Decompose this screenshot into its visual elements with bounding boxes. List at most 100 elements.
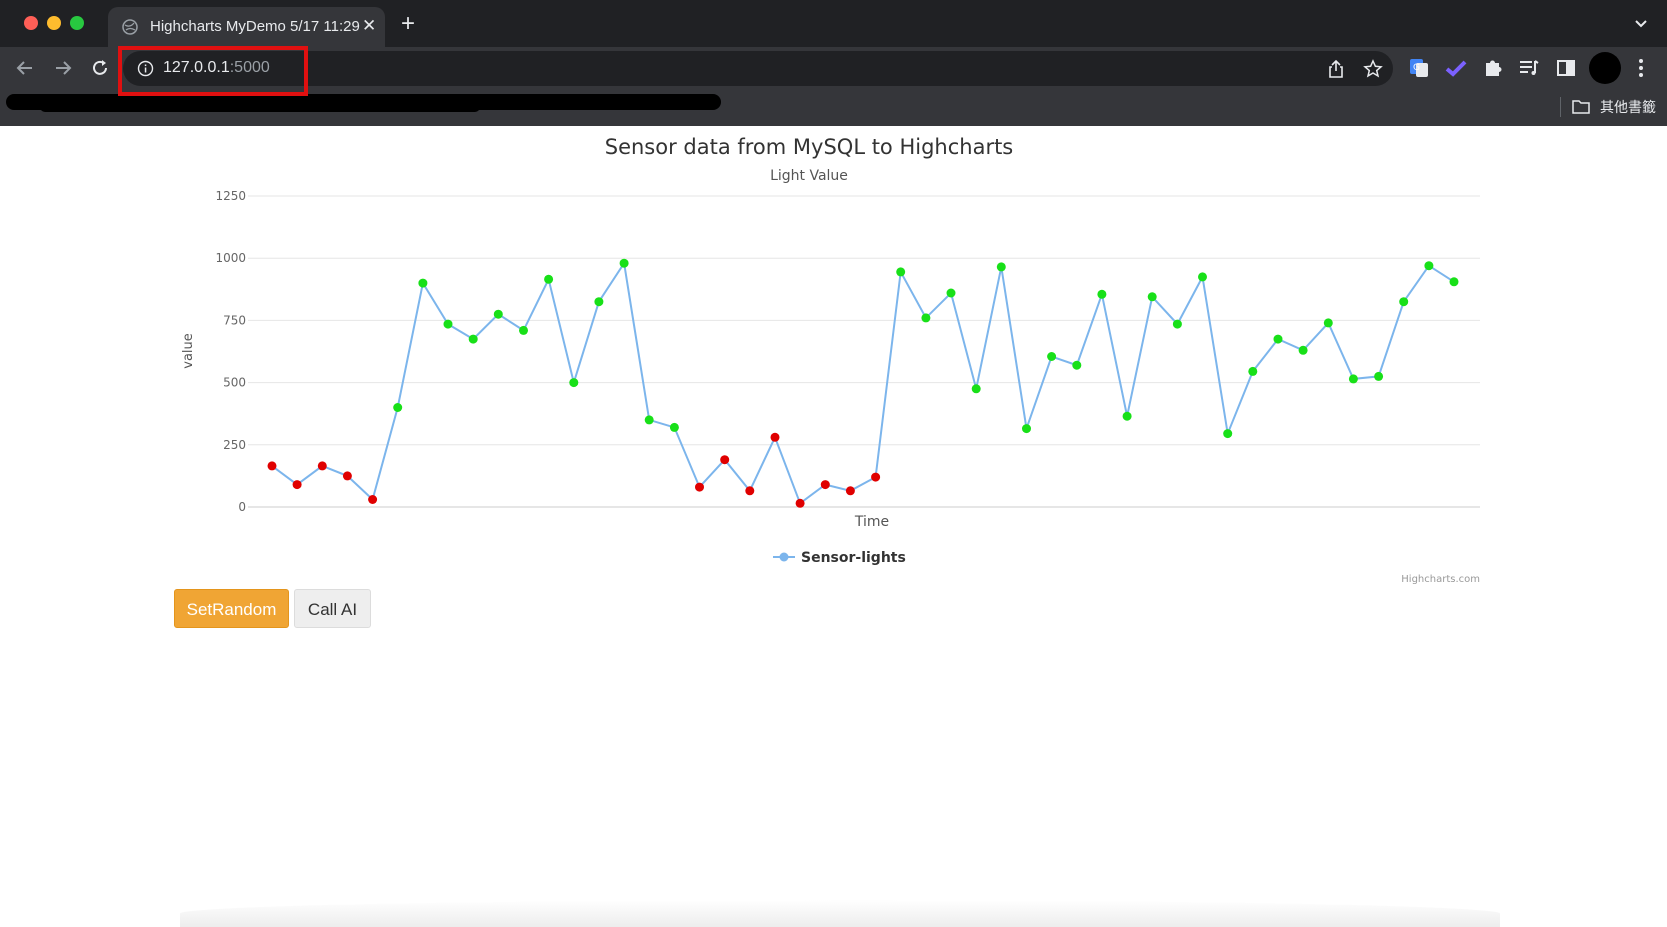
- data-point[interactable]: [1198, 272, 1207, 282]
- data-points: [267, 258, 1459, 508]
- data-point[interactable]: [368, 495, 378, 504]
- data-point[interactable]: [393, 403, 403, 412]
- chart-subtitle: Light Value: [770, 168, 848, 184]
- globe-icon: [122, 19, 138, 35]
- series-line: [271, 260, 1455, 505]
- data-point[interactable]: [971, 384, 981, 394]
- data-point[interactable]: [418, 278, 428, 288]
- data-point[interactable]: [267, 461, 277, 471]
- chart-gridlines: [248, 195, 1480, 508]
- puzzle-extensions-icon[interactable]: [1482, 57, 1504, 79]
- data-point[interactable]: [795, 498, 805, 508]
- y-tick-label: 1000: [215, 251, 246, 265]
- chart-title: Sensor data from MySQL to Highcharts: [605, 135, 1014, 159]
- reading-list-icon[interactable]: [1518, 57, 1540, 79]
- data-point[interactable]: [1223, 429, 1233, 439]
- reload-icon[interactable]: [89, 57, 111, 79]
- highcharts-credits[interactable]: Highcharts.com: [1401, 574, 1480, 585]
- minimize-window-button[interactable]: [47, 16, 61, 30]
- legend-label[interactable]: Sensor-lights: [801, 550, 906, 566]
- close-window-button[interactable]: [24, 16, 38, 30]
- y-tick-label: 750: [223, 313, 246, 327]
- data-point[interactable]: [644, 415, 654, 425]
- browser-tab[interactable]: Highcharts MyDemo 5/17 11:29 ✕: [108, 7, 385, 47]
- data-point[interactable]: [695, 482, 704, 492]
- y-tick-label: 1250: [215, 189, 246, 203]
- data-point[interactable]: [1374, 371, 1384, 381]
- set-random-button[interactable]: SetRandom: [174, 589, 289, 628]
- back-arrow-icon[interactable]: [14, 57, 36, 79]
- data-point[interactable]: [1323, 318, 1333, 328]
- data-point[interactable]: [720, 455, 730, 465]
- highcharts-chart: Sensor data from MySQL to Highcharts Lig…: [170, 126, 1490, 591]
- data-point[interactable]: [1097, 289, 1107, 299]
- chevron-down-icon[interactable]: [1632, 14, 1650, 32]
- data-point[interactable]: [1399, 297, 1409, 307]
- star-icon[interactable]: [1363, 59, 1383, 79]
- folder-icon: [1572, 100, 1590, 114]
- data-point[interactable]: [1273, 334, 1283, 344]
- data-point[interactable]: [1022, 424, 1031, 434]
- data-point[interactable]: [519, 325, 528, 335]
- checkmark-extension-icon[interactable]: [1445, 57, 1467, 79]
- zoom-window-button[interactable]: [70, 16, 84, 30]
- chart-legend[interactable]: Sensor-lights: [773, 550, 906, 566]
- data-point[interactable]: [871, 472, 881, 482]
- x-axis-label: Time: [854, 514, 889, 530]
- data-point[interactable]: [1147, 292, 1157, 302]
- data-point[interactable]: [493, 309, 503, 319]
- other-bookmarks-button[interactable]: 其他書籤: [1600, 97, 1656, 117]
- data-point[interactable]: [745, 486, 755, 496]
- y-axis-label: value: [181, 333, 196, 369]
- kebab-menu-icon[interactable]: [1630, 57, 1652, 79]
- data-point[interactable]: [1122, 411, 1132, 421]
- data-point[interactable]: [770, 432, 780, 442]
- data-point[interactable]: [1072, 360, 1082, 370]
- data-point[interactable]: [468, 334, 478, 344]
- side-panel-icon[interactable]: [1555, 57, 1577, 79]
- data-point[interactable]: [1047, 352, 1057, 361]
- legend-marker: [779, 552, 789, 562]
- data-point[interactable]: [1172, 319, 1182, 329]
- data-point[interactable]: [1424, 261, 1434, 271]
- data-point[interactable]: [921, 313, 931, 323]
- bottom-shadow: [180, 900, 1500, 927]
- data-point[interactable]: [443, 319, 453, 329]
- data-point[interactable]: [845, 486, 855, 496]
- data-point[interactable]: [544, 274, 554, 284]
- chart-svg: Sensor data from MySQL to Highcharts Lig…: [181, 135, 1480, 585]
- redacted-bookmarks: [40, 102, 480, 112]
- data-point[interactable]: [946, 288, 956, 298]
- data-point[interactable]: [594, 297, 604, 307]
- data-point[interactable]: [1449, 277, 1459, 287]
- data-point[interactable]: [669, 422, 679, 432]
- new-tab-button[interactable]: +: [401, 12, 415, 36]
- data-point[interactable]: [569, 378, 579, 388]
- data-point[interactable]: [896, 267, 906, 277]
- tab-title: Highcharts MyDemo 5/17 11:29: [150, 18, 360, 35]
- address-bar[interactable]: 127.0.0.1:5000: [123, 51, 1393, 86]
- data-point[interactable]: [619, 258, 629, 268]
- data-point[interactable]: [1248, 366, 1258, 376]
- tab-close-icon[interactable]: ✕: [362, 17, 376, 35]
- data-point[interactable]: [342, 471, 352, 481]
- forward-arrow-icon[interactable]: [52, 57, 74, 79]
- share-icon[interactable]: [1326, 59, 1346, 79]
- y-tick-label: 250: [223, 438, 246, 452]
- divider: [1560, 97, 1561, 117]
- svg-text:G: G: [1413, 63, 1420, 73]
- tab-strip: Highcharts MyDemo 5/17 11:29 ✕ +: [0, 0, 1667, 47]
- y-tick-label: 500: [223, 376, 246, 390]
- data-point[interactable]: [996, 262, 1006, 272]
- profile-avatar[interactable]: [1589, 52, 1621, 84]
- translate-icon[interactable]: G: [1408, 57, 1430, 79]
- bookmarks-bar: 其他書籤: [0, 91, 1667, 126]
- data-point[interactable]: [1298, 345, 1308, 355]
- data-point[interactable]: [820, 480, 830, 490]
- data-point[interactable]: [1348, 374, 1358, 384]
- data-point[interactable]: [292, 480, 302, 490]
- y-axis-ticks: 0 250 500 750 1000 1250: [215, 189, 246, 514]
- call-ai-button[interactable]: Call AI: [294, 589, 371, 628]
- y-tick-label: 0: [238, 500, 246, 514]
- data-point[interactable]: [317, 461, 327, 471]
